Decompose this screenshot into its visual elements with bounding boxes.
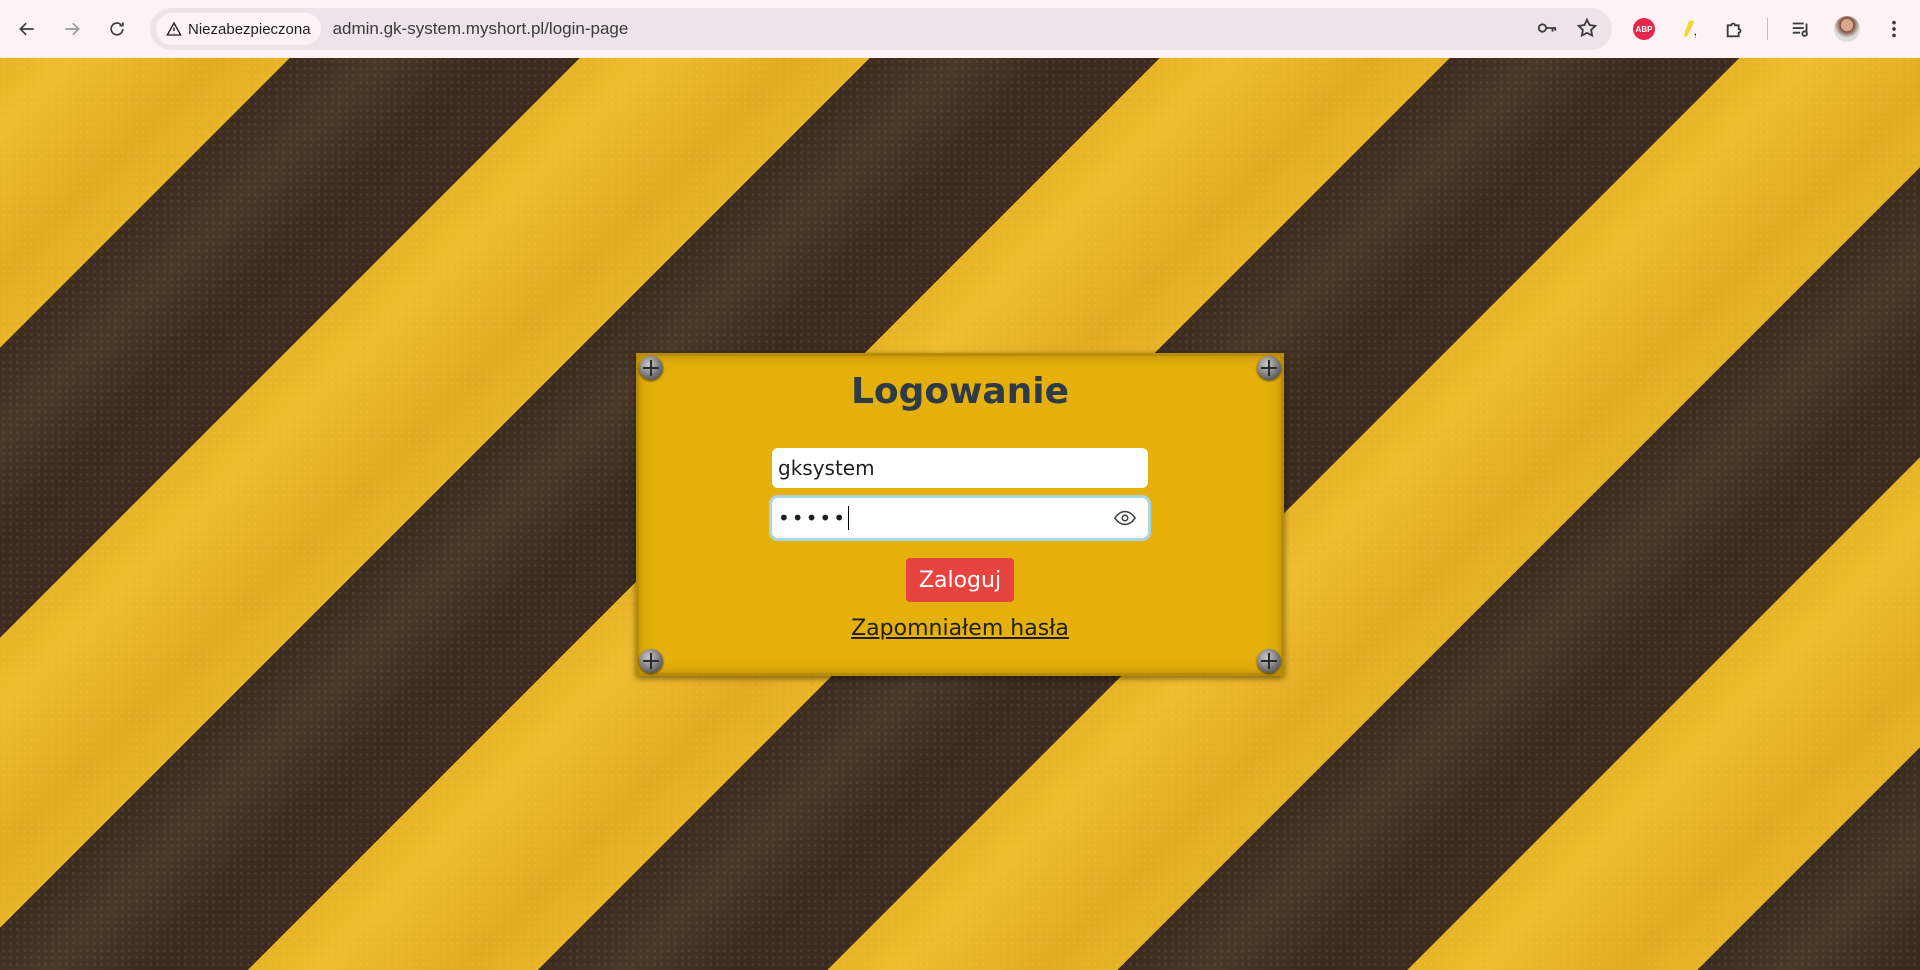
url-text[interactable]: admin.gk-system.myshort.pl/login-page xyxy=(333,19,629,39)
toolbar-divider xyxy=(1767,18,1768,40)
password-input[interactable]: ••••• xyxy=(772,498,1148,538)
text-caret xyxy=(847,506,850,530)
security-label: Niezabezpieczona xyxy=(188,20,311,38)
back-icon[interactable] xyxy=(9,11,45,47)
eye-icon[interactable] xyxy=(1114,508,1136,528)
star-icon[interactable] xyxy=(1576,17,1598,39)
key-icon[interactable] xyxy=(1536,17,1558,39)
forgot-password-link[interactable]: Zapomniałem hasła xyxy=(636,616,1284,641)
screw-icon xyxy=(1257,649,1281,673)
warning-icon xyxy=(166,21,182,36)
reload-icon[interactable] xyxy=(99,11,135,47)
username-input[interactable]: gksystem xyxy=(772,448,1148,488)
security-indicator[interactable]: Niezabezpieczona xyxy=(156,13,321,45)
media-icon[interactable] xyxy=(1787,15,1815,43)
login-panel: Logowanie gksystem ••••• Zaloguj Zapomni… xyxy=(636,353,1284,676)
password-value: ••••• xyxy=(778,506,847,530)
address-bar[interactable]: Niezabezpieczona admin.gk-system.myshort… xyxy=(150,8,1612,50)
adblock-icon[interactable]: ABP xyxy=(1630,15,1658,43)
login-title: Logowanie xyxy=(850,371,1070,412)
menu-icon[interactable] xyxy=(1880,15,1908,43)
username-value: gksystem xyxy=(778,456,875,480)
avatar[interactable] xyxy=(1833,15,1861,43)
browser-toolbar: Niezabezpieczona admin.gk-system.myshort… xyxy=(0,0,1920,58)
forward-icon[interactable] xyxy=(54,11,90,47)
puzzle-icon[interactable] xyxy=(1721,15,1749,43)
login-button[interactable]: Zaloguj xyxy=(906,558,1014,602)
extension-icon[interactable] xyxy=(1675,15,1703,43)
screw-icon xyxy=(639,649,663,673)
